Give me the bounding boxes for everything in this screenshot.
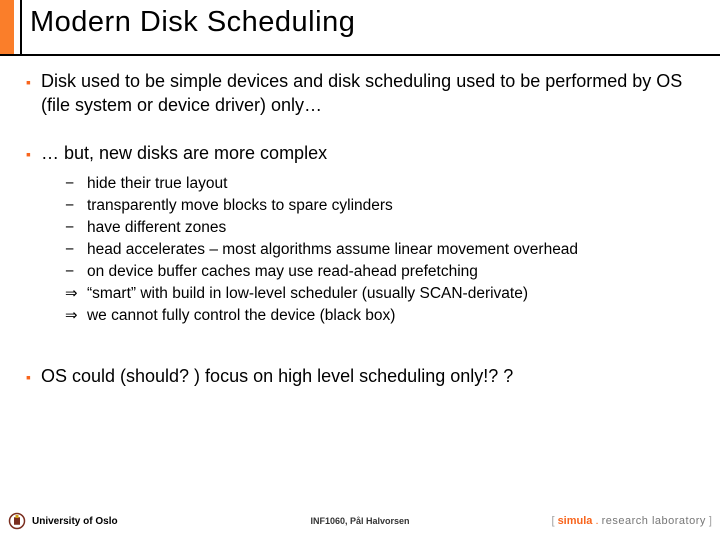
accent-stripe [0,0,14,54]
dash-icon: − [65,261,79,283]
arrow-icon: ⇒ [65,283,79,305]
bullet-3: ▪ OS could (should? ) focus on high leve… [26,365,694,389]
footer-university: University of Oslo [32,516,118,527]
footer-lab: [ simula . research laboratory ] [551,515,712,527]
lab-dot: . [592,515,601,527]
bullet-2-sublist: −hide their true layout −transparently m… [65,173,694,327]
sub-text: we cannot fully control the device (blac… [87,305,395,327]
bullet-icon: ▪ [26,142,31,328]
sub-item: −hide their true layout [65,173,694,195]
dash-icon: − [65,195,79,217]
bullet-1: ▪ Disk used to be simple devices and dis… [26,70,694,118]
title-bar: Modern Disk Scheduling [0,0,720,56]
sub-text: on device buffer caches may use read-ahe… [87,261,478,283]
sub-text: hide their true layout [87,173,227,195]
sub-item: −on device buffer caches may use read-ah… [65,261,694,283]
bullet-1-text: Disk used to be simple devices and disk … [41,70,694,118]
slide-body: ▪ Disk used to be simple devices and dis… [0,56,720,389]
dash-icon: − [65,173,79,195]
sub-item: −have different zones [65,217,694,239]
lab-bracket-close: ] [706,515,712,527]
dash-icon: − [65,239,79,261]
sub-item: −head accelerates – most algorithms assu… [65,239,694,261]
page-title: Modern Disk Scheduling [22,0,365,54]
sub-item: −transparently move blocks to spare cyli… [65,195,694,217]
sub-item-arrow: ⇒ we cannot fully control the device (bla… [65,305,694,327]
bullet-icon: ▪ [26,70,31,118]
dash-icon: − [65,217,79,239]
footer: University of Oslo INF1060, Pål Halvorse… [0,508,720,534]
crest-icon [8,512,26,530]
sub-text: head accelerates – most algorithms assum… [87,239,578,261]
bullet-icon: ▪ [26,365,31,389]
arrow-icon: ⇒ [65,305,79,327]
sub-text: have different zones [87,217,226,239]
sub-text: “smart” with build in low-level schedule… [87,283,528,305]
slide: Modern Disk Scheduling ▪ Disk used to be… [0,0,720,540]
lab-simula: simula [558,515,593,527]
lab-research: research laboratory [602,515,706,527]
sub-item-arrow: ⇒ “smart” with build in low-level schedul… [65,283,694,305]
sub-text: transparently move blocks to spare cylin… [87,195,393,217]
bullet-2: ▪ … but, new disks are more complex −hid… [26,142,694,328]
footer-course: INF1060, Pål Halvorsen [310,516,409,526]
bullet-3-text: OS could (should? ) focus on high level … [41,365,513,389]
bullet-2-text: … but, new disks are more complex [41,143,327,163]
